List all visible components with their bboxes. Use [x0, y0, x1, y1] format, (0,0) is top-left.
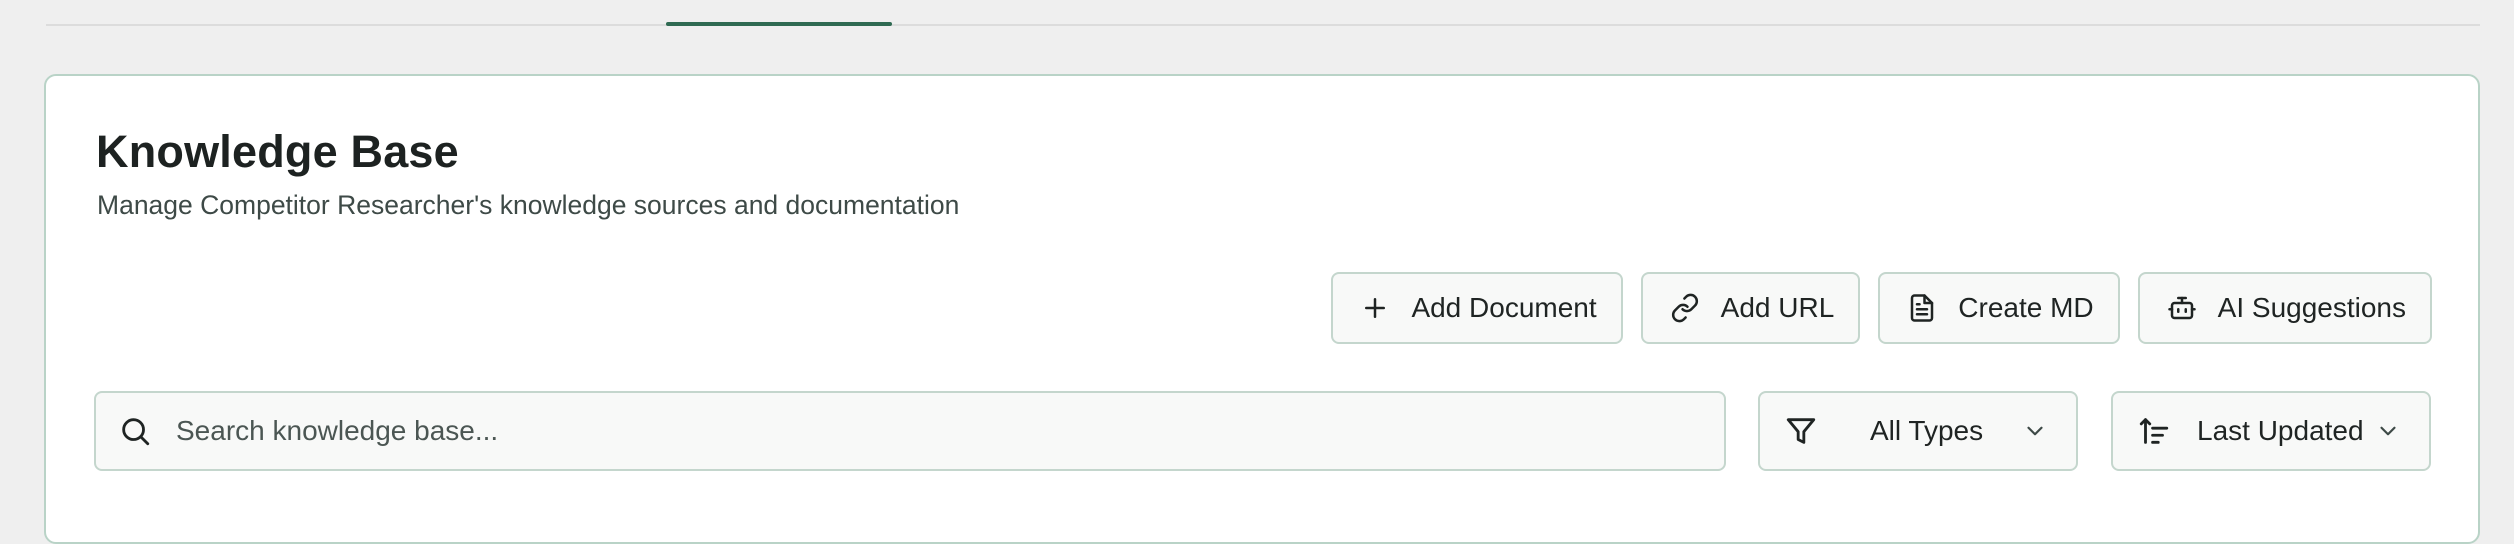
active-tab-indicator	[666, 22, 892, 26]
type-filter-value: All Types	[1870, 415, 1984, 446]
search-box	[94, 391, 1726, 471]
filter-icon	[1784, 414, 1818, 448]
add-url-label: Add URL	[1720, 292, 1835, 323]
chevron-down-icon	[2022, 418, 2048, 444]
page-subtitle: Manage Competitor Researcher's knowledge…	[97, 190, 960, 220]
add-url-button[interactable]: Add URL	[1640, 272, 1861, 344]
create-md-label: Create MD	[1958, 292, 2094, 323]
ai-suggestions-button[interactable]: AI Suggestions	[2137, 272, 2432, 344]
search-input[interactable]	[174, 414, 1674, 448]
action-bar: Add Document Add URL Create MD AI Sugges…	[1331, 272, 2432, 344]
search-icon	[118, 414, 152, 448]
sort-icon	[2137, 414, 2171, 448]
type-filter-select[interactable]: All Types	[1758, 391, 2078, 471]
page-title: Knowledge Base	[96, 126, 459, 177]
plus-icon	[1359, 292, 1391, 324]
create-md-button[interactable]: Create MD	[1878, 272, 2120, 344]
add-document-label: Add Document	[1411, 292, 1597, 323]
document-icon	[1906, 292, 1938, 324]
ai-suggestions-label: AI Suggestions	[2217, 292, 2406, 323]
knowledge-base-card: Knowledge Base Manage Competitor Researc…	[44, 74, 2480, 544]
sort-select[interactable]: Last Updated	[2111, 391, 2431, 471]
link-icon	[1669, 292, 1701, 324]
chevron-down-icon	[2375, 418, 2401, 444]
tab-strip	[46, 0, 2480, 26]
robot-icon	[2166, 292, 2198, 324]
sort-value: Last Updated	[2197, 415, 2364, 446]
add-document-button[interactable]: Add Document	[1331, 272, 1623, 344]
